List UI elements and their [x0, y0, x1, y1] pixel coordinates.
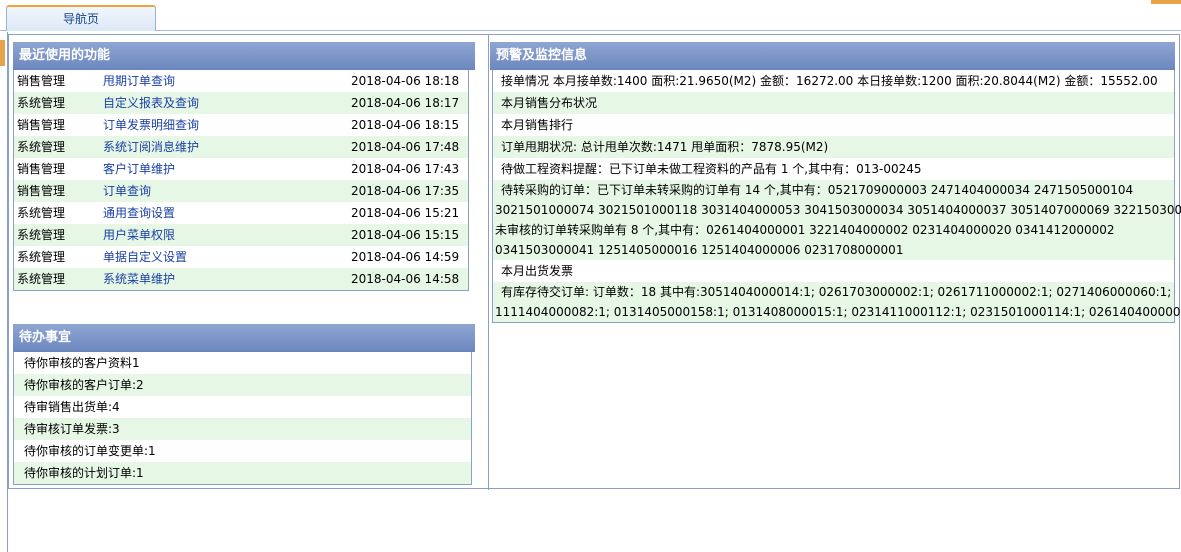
recent-functions-panel: 最近使用的功能 销售管理 甩期订单查询 2018-04-06 18:18 系统管理 自定… [13, 42, 475, 291]
function-last-used-time: 2018-04-06 18:18 [351, 74, 460, 88]
function-last-used-time: 2018-04-06 14:59 [351, 250, 460, 264]
tab-navigation-page[interactable]: 导航页 [6, 5, 156, 31]
recent-function-row[interactable]: 系统管理 通用查询设置 2018-04-06 15:21 [14, 202, 468, 224]
recent-function-row[interactable]: 系统管理 系统菜单维护 2018-04-06 14:58 [14, 268, 468, 290]
function-last-used-time: 2018-04-06 18:15 [351, 118, 460, 132]
function-link[interactable]: 自定义报表及查询 [103, 92, 199, 114]
function-category: 系统管理 [17, 228, 66, 242]
todo-item[interactable]: 待你审核的订单变更单:1 [14, 440, 471, 462]
function-category: 系统管理 [17, 96, 66, 110]
alert-line: 0341503000041 1251405000016 125140400000… [495, 243, 904, 257]
alert-line: 有库存待交订单: 订单数：18 其中有:3051404000014:1; 026… [501, 285, 1172, 299]
alert-line: 未审核的订单转采购单有 8 个,其中有：0261404000001 322140… [495, 223, 1115, 237]
todo-item[interactable]: 待审核订单发票:3 [14, 418, 471, 440]
function-link[interactable]: 通用查询设置 [103, 202, 175, 224]
function-category: 系统管理 [17, 272, 66, 286]
alert-item[interactable]: 本月销售分布状况 [493, 92, 1174, 114]
side-accent [0, 40, 5, 66]
function-category: 系统管理 [17, 206, 66, 220]
function-link[interactable]: 客户订单维护 [103, 158, 175, 180]
alert-line: 3021501000074 3021501000118 303140400005… [495, 203, 1181, 217]
function-link[interactable]: 订单查询 [103, 180, 151, 202]
recent-functions-list: 销售管理 甩期订单查询 2018-04-06 18:18 系统管理 自定义报表及查询 20… [13, 70, 469, 291]
alert-item[interactable]: 订单甩期状况: 总计甩单次数:1471 甩单面积：7878.95(M2) [493, 136, 1174, 158]
function-link[interactable]: 单据自定义设置 [103, 246, 187, 268]
function-category: 销售管理 [17, 118, 66, 132]
alert-item[interactable]: 待做工程资料提醒：已下订单未做工程资料的产品有 1 个,其中有：013-0024… [493, 158, 1174, 180]
alert-line: 本月出货发票 [501, 264, 574, 278]
todo-title: 待办事宜 [13, 324, 475, 352]
recent-function-row[interactable]: 系统管理 系统订阅消息维护 2018-04-06 17:48 [14, 136, 468, 158]
todo-list: 待你审核的客户资料1 待你审核的客户订单:2 待审销售出货单:4 待审核订单发票:3 待… [13, 352, 472, 485]
alert-line: 本月销售分布状况 [501, 96, 598, 110]
alert-line: 待转采购的订单：已下订单未转采购的订单有 14 个,其中有：0521709000… [501, 183, 1134, 197]
alerts-panel: 预警及监控信息 接单情况 本月接单数:1400 面积:21.9650(M2) 金… [490, 42, 1181, 323]
recent-function-row[interactable]: 系统管理 自定义报表及查询 2018-04-06 18:17 [14, 92, 468, 114]
todo-item[interactable]: 待审销售出货单:4 [14, 396, 471, 418]
alert-item[interactable]: 待转采购的订单：已下订单未转采购的订单有 14 个,其中有：0521709000… [493, 180, 1181, 260]
alert-item[interactable]: 接单情况 本月接单数:1400 面积:21.9650(M2) 金额：16272.… [493, 70, 1174, 92]
function-last-used-time: 2018-04-06 17:43 [351, 162, 460, 176]
todo-item[interactable]: 待你审核的客户订单:2 [14, 374, 471, 396]
function-last-used-time: 2018-04-06 17:35 [351, 184, 460, 198]
function-last-used-time: 2018-04-06 14:58 [351, 272, 460, 286]
recent-function-row[interactable]: 销售管理 订单查询 2018-04-06 17:35 [14, 180, 468, 202]
tab-bar: 导航页 [0, 0, 1181, 31]
alert-line: 订单甩期状况: 总计甩单次数:1471 甩单面积：7878.95(M2) [501, 140, 829, 154]
alert-line: 1111404000082:1; 0131405000158:1; 013140… [495, 305, 1181, 319]
alerts-title: 预警及监控信息 [490, 42, 1175, 70]
recent-function-row[interactable]: 系统管理 单据自定义设置 2018-04-06 14:59 [14, 246, 468, 268]
alert-line: 接单情况 本月接单数:1400 面积:21.9650(M2) 金额：16272.… [501, 74, 1158, 88]
recent-function-row[interactable]: 系统管理 用户菜单权限 2018-04-06 15:15 [14, 224, 468, 246]
function-last-used-time: 2018-04-06 15:15 [351, 228, 460, 242]
alert-line: 本月销售排行 [501, 118, 574, 132]
window-accent [1151, 0, 1181, 4]
recent-function-row[interactable]: 销售管理 订单发票明细查询 2018-04-06 18:15 [14, 114, 468, 136]
function-category: 销售管理 [17, 74, 66, 88]
portal-container: 最近使用的功能 销售管理 甩期订单查询 2018-04-06 18:18 系统管理 自定… [8, 34, 1181, 490]
recent-functions-title: 最近使用的功能 [13, 42, 475, 70]
alert-line: 待做工程资料提醒：已下订单未做工程资料的产品有 1 个,其中有：013-0024… [501, 162, 922, 176]
function-last-used-time: 2018-04-06 17:48 [351, 140, 460, 154]
function-link[interactable]: 系统订阅消息维护 [103, 136, 199, 158]
function-category: 销售管理 [17, 162, 66, 176]
recent-function-row[interactable]: 销售管理 甩期订单查询 2018-04-06 18:18 [14, 70, 468, 92]
function-category: 销售管理 [17, 184, 66, 198]
alert-item[interactable]: 本月销售排行 [493, 114, 1174, 136]
function-link[interactable]: 用户菜单权限 [103, 224, 175, 246]
function-last-used-time: 2018-04-06 15:21 [351, 206, 460, 220]
alerts-list: 接单情况 本月接单数:1400 面积:21.9650(M2) 金额：16272.… [492, 70, 1181, 323]
recent-function-row[interactable]: 销售管理 客户订单维护 2018-04-06 17:43 [14, 158, 468, 180]
alert-item[interactable]: 本月出货发票 [493, 260, 1174, 282]
todo-panel: 待办事宜 待你审核的客户资料1 待你审核的客户订单:2 待审销售出货单:4 待审核订单… [13, 324, 475, 485]
function-last-used-time: 2018-04-06 18:17 [351, 96, 460, 110]
function-link[interactable]: 订单发票明细查询 [103, 114, 199, 136]
column-divider [488, 35, 489, 490]
function-link[interactable]: 系统菜单维护 [103, 268, 175, 290]
function-link[interactable]: 甩期订单查询 [103, 70, 175, 92]
function-category: 系统管理 [17, 250, 66, 264]
alert-item[interactable]: 有库存待交订单: 订单数：18 其中有:3051404000014:1; 026… [493, 282, 1181, 322]
todo-item[interactable]: 待你审核的客户资料1 [14, 352, 471, 374]
function-category: 系统管理 [17, 140, 66, 154]
todo-item[interactable]: 待你审核的计划订单:1 [14, 462, 471, 484]
